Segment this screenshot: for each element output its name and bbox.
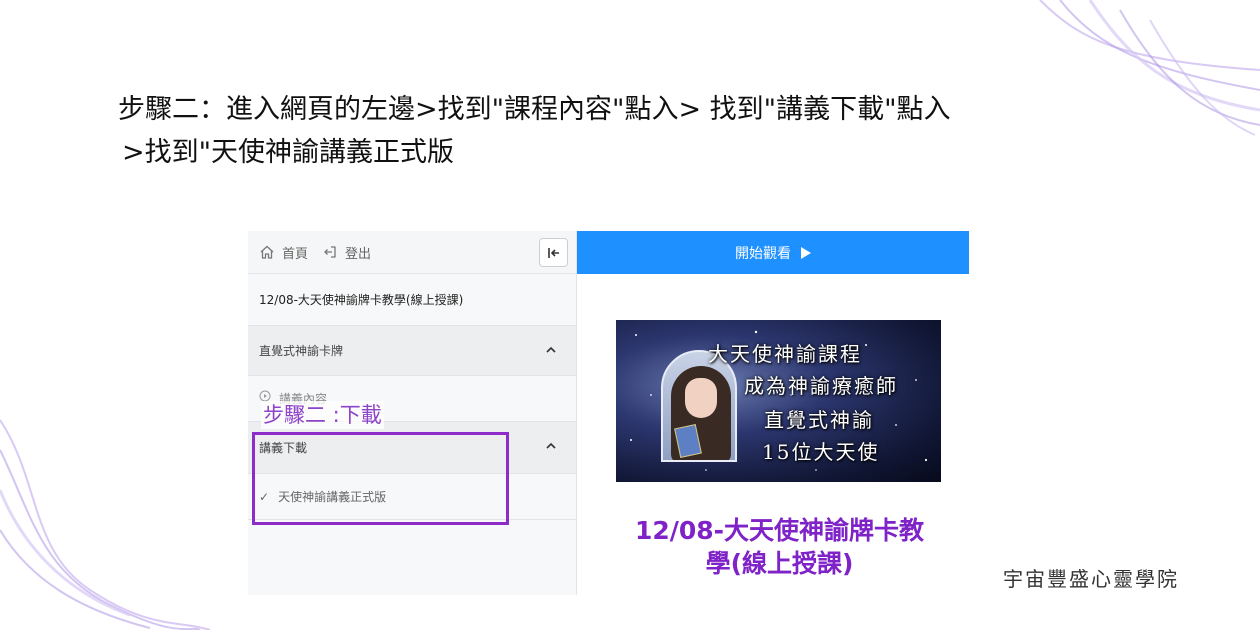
instruction-line-2: >找到"天使神諭講義正式版 — [122, 137, 455, 168]
highlight-box — [252, 432, 509, 525]
home-icon — [260, 245, 274, 259]
home-link[interactable]: 首頁 — [259, 243, 308, 262]
logout-icon — [324, 246, 336, 258]
home-link-label: 首頁 — [282, 246, 309, 262]
course-banner-image: 大天使神諭課程 成為神諭療癒師 直覺式神諭 15位大天使 — [616, 320, 941, 482]
sidebar-top-bar: 首頁 登出 — [248, 231, 576, 274]
instruction-line-1: 步驟二：進入網頁的左邊>找到"課程內容"點入> 找到"講義下載"點入 — [118, 94, 951, 125]
collapse-left-icon — [547, 247, 559, 258]
step-annotation-label: 步驟二 :下載 — [261, 401, 384, 429]
chevron-up-icon — [546, 442, 556, 449]
logout-link[interactable]: 登出 — [322, 243, 371, 262]
start-watching-button[interactable]: 開始觀看 — [577, 231, 969, 274]
logout-link-label: 登出 — [345, 246, 372, 262]
decorative-wave-bottom-left — [0, 419, 211, 630]
chevron-up-icon — [546, 346, 556, 353]
course-heading-line-1: 12/08-大天使神諭牌卡教 — [634, 516, 925, 545]
course-heading: 12/08-大天使神諭牌卡教 學(線上授課) — [597, 514, 962, 580]
section-intuitive-oracle[interactable]: 直覺式神諭卡牌 — [248, 326, 576, 376]
instruction-text: 步驟二：進入網頁的左邊>找到"課程內容"點入> 找到"講義下載"點入 >找到"天… — [118, 88, 1078, 174]
course-heading-line-2: 學(線上授課) — [705, 549, 854, 578]
section-label: 直覺式神諭卡牌 — [259, 344, 344, 358]
collapse-sidebar-button[interactable] — [539, 238, 568, 267]
banner-line-4: 15位大天使 — [762, 440, 880, 464]
play-triangle-icon — [801, 246, 811, 259]
banner-line-1: 大天使神諭課程 — [708, 342, 862, 366]
banner-line-2: 成為神諭療癒師 — [744, 374, 898, 398]
brand-name: 宇宙豐盛心靈學院 — [1003, 567, 1179, 591]
start-watching-label: 開始觀看 — [735, 245, 791, 262]
banner-line-3: 直覺式神諭 — [764, 408, 874, 432]
course-title: 12/08-大天使神諭牌卡教學(線上授課) — [248, 274, 576, 326]
main-content: 開始觀看 大天使神諭課程 成為神諭療癒師 直覺式神諭 15位大天使 12/08-… — [577, 231, 969, 595]
